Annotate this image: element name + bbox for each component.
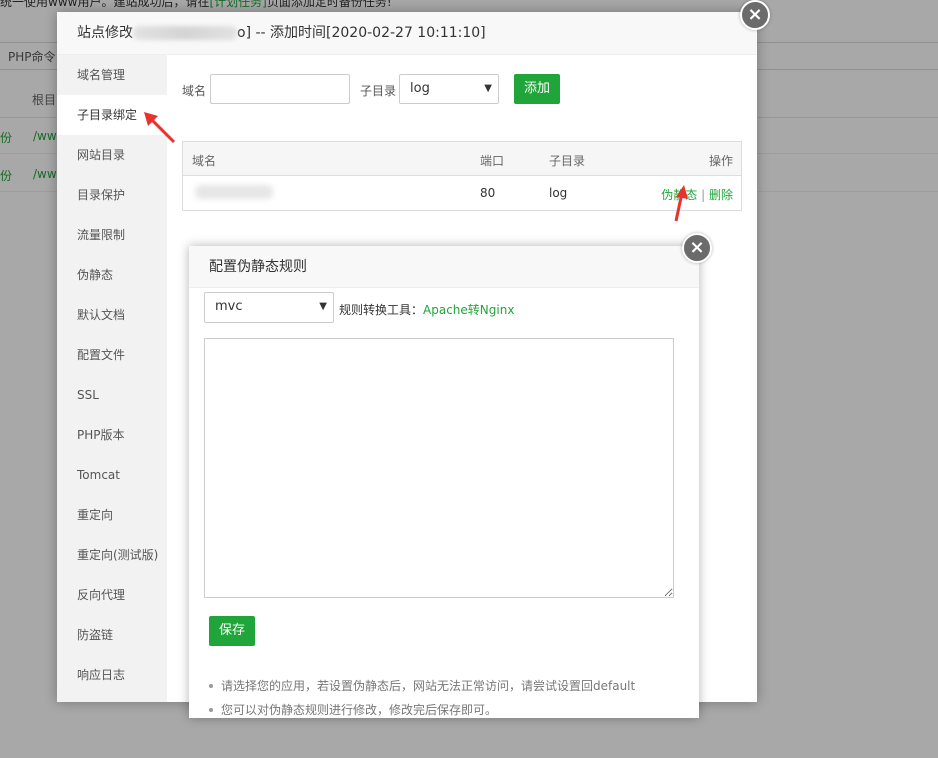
annotation-arrow-icon (674, 185, 688, 222)
table-row: 80 log 伪静态 | 删除 (183, 176, 741, 210)
rewrite-rules-textarea[interactable] (204, 338, 674, 598)
sidebar-item[interactable]: 反向代理 (57, 575, 167, 615)
rule-converter: 规则转换工具：Apache转Nginx (339, 301, 514, 318)
add-subdir-form: 域名 子目录 log ▼ 添加 (182, 74, 742, 104)
sidebar-item[interactable]: 伪静态 (57, 255, 167, 295)
subdir-label: 子目录 (360, 84, 397, 98)
sidebar-item[interactable]: SSL (57, 375, 167, 415)
domain-label: 域名 (182, 84, 207, 98)
subdir-select[interactable]: log ▼ (399, 74, 499, 104)
subdir-cell: log (549, 186, 568, 200)
converter-label: 规则转换工具： (339, 303, 424, 317)
subdir-select-value: log (410, 81, 430, 96)
sidebar-item[interactable]: 流量限制 (57, 215, 167, 255)
rewrite-template-select[interactable]: mvc ▼ (204, 292, 334, 323)
col-domain: 域名 (192, 154, 217, 168)
table-header: 域名 端口 子目录 操作 (183, 142, 741, 176)
tip-item: 您可以对伪静态规则进行修改，修改完后保存即可。 (207, 698, 687, 722)
rewrite-modal-close-icon[interactable]: × (682, 233, 712, 263)
save-button[interactable]: 保存 (209, 616, 255, 646)
site-modal-close-icon[interactable]: × (740, 0, 770, 30)
sidebar-item[interactable]: Tomcat (57, 455, 167, 495)
caret-down-icon: ▼ (319, 301, 327, 312)
caret-down-icon: ▼ (484, 83, 492, 94)
ops-separator: | (701, 188, 706, 202)
delete-link[interactable]: 删除 (709, 188, 733, 202)
sidebar: 域名管理 子目录绑定 网站目录 目录保护 流量限制 伪静态 默认文档 配置文件 SSL PHP版本… (57, 55, 167, 702)
col-port: 端口 (480, 154, 505, 168)
sidebar-item[interactable]: 重定向 (57, 495, 167, 535)
redacted-domain (133, 26, 237, 40)
col-ops: 操作 (708, 154, 733, 168)
add-button[interactable]: 添加 (514, 74, 560, 104)
port-cell: 80 (480, 186, 496, 200)
sidebar-item[interactable]: PHP版本 (57, 415, 167, 455)
sidebar-item[interactable]: 目录保护 (57, 175, 167, 215)
title-prefix: 站点修改 (77, 25, 133, 41)
sidebar-item[interactable]: 响应日志 (57, 655, 167, 695)
sidebar-item[interactable]: 域名管理 (57, 55, 167, 95)
rewrite-rule-modal: 配置伪静态规则 mvc ▼ 规则转换工具：Apache转Nginx 保存 请选择… (189, 246, 699, 718)
annotation-arrow-icon (144, 112, 176, 144)
rewrite-modal-title: 配置伪静态规则 (189, 246, 699, 288)
tips-list: 请选择您的应用，若设置伪静态后，网站无法正常访问，请尝试设置回default 您… (207, 674, 687, 722)
title-suffix: o] -- 添加时间[2020-02-27 10:11:10] (237, 25, 486, 41)
rewrite-select-value: mvc (215, 299, 243, 314)
domain-input[interactable] (210, 74, 350, 104)
modal-title: 站点修改 o] -- 添加时间[2020-02-27 10:11:10] (57, 12, 757, 55)
sidebar-item[interactable]: 重定向(测试版) (57, 535, 167, 575)
apache-to-nginx-link[interactable]: Apache转Nginx (423, 303, 514, 317)
sidebar-item[interactable]: 默认文档 (57, 295, 167, 335)
tip-item: 请选择您的应用，若设置伪静态后，网站无法正常访问，请尝试设置回default (207, 674, 687, 698)
col-subdir: 子目录 (549, 154, 586, 168)
redacted-domain-cell (195, 185, 273, 199)
sidebar-item[interactable]: 配置文件 (57, 335, 167, 375)
subdir-table: 域名 端口 子目录 操作 80 log 伪静态 | 删除 (182, 141, 742, 211)
sidebar-item[interactable]: 防盗链 (57, 615, 167, 655)
